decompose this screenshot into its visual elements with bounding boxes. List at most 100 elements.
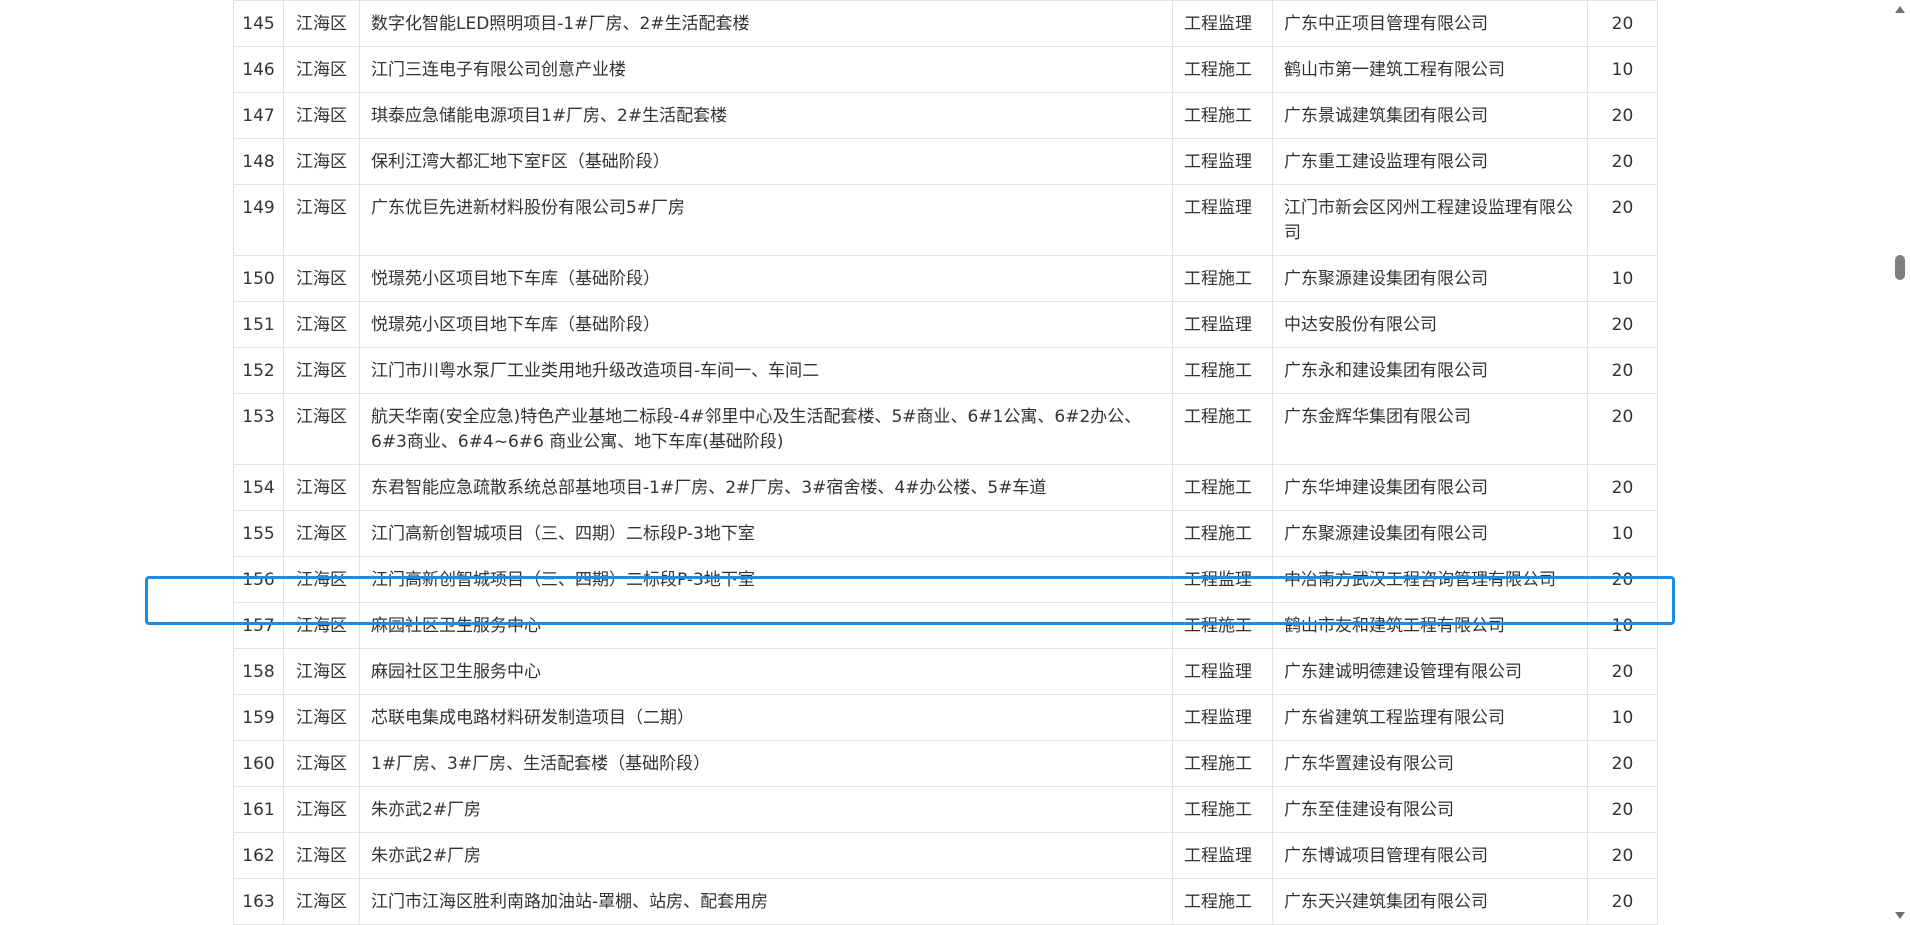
cell-score: 10: [1587, 255, 1658, 302]
cell-score: 20: [1587, 92, 1658, 139]
cell-row-number: 149: [233, 184, 284, 256]
cell-score: 10: [1587, 510, 1658, 557]
table-row: 156 江海区 江门高新创智城项目（三、四期）二标段P-3地下室 工程监理 中冶南方武汉…: [233, 556, 1658, 603]
cell-score: 20: [1587, 556, 1658, 603]
cell-company: 广东至佳建设有限公司: [1272, 786, 1588, 833]
cell-score: 20: [1587, 347, 1658, 394]
cell-company: 广东景诚建筑集团有限公司: [1272, 92, 1588, 139]
cell-district: 江海区: [283, 46, 360, 93]
cell-district: 江海区: [283, 878, 360, 925]
cell-score: 10: [1587, 694, 1658, 741]
cell-company: 中冶南方武汉工程咨询管理有限公司: [1272, 556, 1588, 603]
cell-row-number: 157: [233, 602, 284, 649]
cell-project-name: 芯联电集成电路材料研发制造项目（二期）: [359, 694, 1173, 741]
cell-project-name: 朱亦武2#厂房: [359, 832, 1173, 879]
cell-district: 江海区: [283, 393, 360, 465]
cell-company: 广东省建筑工程监理有限公司: [1272, 694, 1588, 741]
cell-work-type: 工程监理: [1172, 694, 1273, 741]
cell-score: 20: [1587, 740, 1658, 787]
cell-row-number: 163: [233, 878, 284, 925]
cell-work-type: 工程监理: [1172, 184, 1273, 256]
cell-score: 20: [1587, 138, 1658, 185]
results-table-body: 144江海区金厂楼B栋工程监理广东中天是监理咨询有限公司20145江海区数字化智…: [233, 0, 1658, 925]
cell-project-name: 江门高新创智城项目（三、四期）二标段P-3地下室: [359, 510, 1173, 557]
cell-project-name: 1#厂房、3#厂房、生活配套楼（基础阶段）: [359, 740, 1173, 787]
cell-work-type: 工程施工: [1172, 255, 1273, 302]
cell-work-type: 工程施工: [1172, 464, 1273, 511]
cell-work-type: 工程监理: [1172, 0, 1273, 47]
cell-company: 广东聚源建设集团有限公司: [1272, 255, 1588, 302]
table-row: 163 江海区 江门市江海区胜利南路加油站-罩棚、站房、配套用房 工程施工 广东天兴建筑…: [233, 878, 1658, 925]
cell-district: 江海区: [283, 138, 360, 185]
cell-project-name: 航天华南(安全应急)特色产业基地二标段-4#邻里中心及生活配套楼、5#商业、6#…: [359, 393, 1173, 465]
table-row: 149 江海区 广东优巨先进新材料股份有限公司5#厂房 工程监理 江门市新会区冈州工程建…: [233, 184, 1658, 256]
cell-row-number: 151: [233, 301, 284, 348]
cell-score: 20: [1587, 184, 1658, 256]
scroll-up-arrow-icon[interactable]: [1895, 6, 1905, 13]
scrollbar-thumb[interactable]: [1895, 255, 1905, 280]
cell-project-name: 保利江湾大都汇地下室F区（基础阶段）: [359, 138, 1173, 185]
cell-project-name: 江门高新创智城项目（三、四期）二标段P-3地下室: [359, 556, 1173, 603]
cell-row-number: 147: [233, 92, 284, 139]
cell-score: 20: [1587, 0, 1658, 47]
cell-project-name: 东君智能应急疏散系统总部基地项目-1#厂房、2#厂房、3#宿舍楼、4#办公楼、5…: [359, 464, 1173, 511]
cell-score: 20: [1587, 832, 1658, 879]
scroll-down-arrow-icon[interactable]: [1895, 912, 1905, 919]
cell-project-name: 朱亦武2#厂房: [359, 786, 1173, 833]
cell-work-type: 工程施工: [1172, 602, 1273, 649]
cell-row-number: 155: [233, 510, 284, 557]
cell-work-type: 工程监理: [1172, 832, 1273, 879]
cell-row-number: 150: [233, 255, 284, 302]
cell-work-type: 工程施工: [1172, 347, 1273, 394]
cell-score: 20: [1587, 301, 1658, 348]
cell-district: 江海区: [283, 464, 360, 511]
table-row: 152 江海区 江门市川粤水泵厂工业类用地升级改造项目-车间一、车间二 工程施工 广东永…: [233, 347, 1658, 394]
cell-project-name: 悦璟苑小区项目地下车库（基础阶段）: [359, 255, 1173, 302]
table-row: 158 江海区 麻园社区卫生服务中心 工程监理 广东建诚明德建设管理有限公司 20: [233, 648, 1658, 695]
cell-company: 中达安股份有限公司: [1272, 301, 1588, 348]
table-row: 155 江海区 江门高新创智城项目（三、四期）二标段P-3地下室 工程施工 广东聚源建设…: [233, 510, 1658, 557]
cell-district: 江海区: [283, 92, 360, 139]
cell-project-name: 江门市江海区胜利南路加油站-罩棚、站房、配套用房: [359, 878, 1173, 925]
cell-company: 广东天兴建筑集团有限公司: [1272, 878, 1588, 925]
table-row: 146 江海区 江门三连电子有限公司创意产业楼 工程施工 鹤山市第一建筑工程有限公司 10: [233, 46, 1658, 93]
cell-company: 广东聚源建设集团有限公司: [1272, 510, 1588, 557]
cell-district: 江海区: [283, 786, 360, 833]
cell-project-name: 麻园社区卫生服务中心: [359, 602, 1173, 649]
cell-row-number: 159: [233, 694, 284, 741]
cell-row-number: 145: [233, 0, 284, 47]
table-row: 159 江海区 芯联电集成电路材料研发制造项目（二期） 工程监理 广东省建筑工程监理有限…: [233, 694, 1658, 741]
cell-district: 江海区: [283, 602, 360, 649]
cell-row-number: 152: [233, 347, 284, 394]
cell-row-number: 158: [233, 648, 284, 695]
cell-score: 20: [1587, 393, 1658, 465]
table-row: 154 江海区 东君智能应急疏散系统总部基地项目-1#厂房、2#厂房、3#宿舍楼、4…: [233, 464, 1658, 511]
cell-work-type: 工程施工: [1172, 878, 1273, 925]
cell-work-type: 工程监理: [1172, 648, 1273, 695]
cell-district: 江海区: [283, 648, 360, 695]
cell-row-number: 162: [233, 832, 284, 879]
cell-score: 20: [1587, 464, 1658, 511]
results-table: 144江海区金厂楼B栋工程监理广东中天是监理咨询有限公司20145江海区数字化智…: [233, 0, 1658, 925]
cell-score: 10: [1587, 602, 1658, 649]
cell-company: 广东华置建设有限公司: [1272, 740, 1588, 787]
cell-work-type: 工程施工: [1172, 393, 1273, 465]
cell-score: 20: [1587, 648, 1658, 695]
cell-score: 20: [1587, 878, 1658, 925]
cell-work-type: 工程监理: [1172, 556, 1273, 603]
cell-project-name: 江门市川粤水泵厂工业类用地升级改造项目-车间一、车间二: [359, 347, 1173, 394]
cell-row-number: 160: [233, 740, 284, 787]
cell-work-type: 工程监理: [1172, 301, 1273, 348]
cell-company: 广东永和建设集团有限公司: [1272, 347, 1588, 394]
cell-project-name: 麻园社区卫生服务中心: [359, 648, 1173, 695]
cell-district: 江海区: [283, 510, 360, 557]
cell-company: 广东华坤建设集团有限公司: [1272, 464, 1588, 511]
cell-district: 江海区: [283, 556, 360, 603]
vertical-scrollbar[interactable]: [1890, 0, 1910, 925]
table-row: 148 江海区 保利江湾大都汇地下室F区（基础阶段） 工程监理 广东重工建设监理有限公司…: [233, 138, 1658, 185]
cell-row-number: 148: [233, 138, 284, 185]
cell-company: 广东重工建设监理有限公司: [1272, 138, 1588, 185]
cell-company: 鹤山市友和建筑工程有限公司: [1272, 602, 1588, 649]
cell-company: 广东金辉华集团有限公司: [1272, 393, 1588, 465]
cell-row-number: 156: [233, 556, 284, 603]
